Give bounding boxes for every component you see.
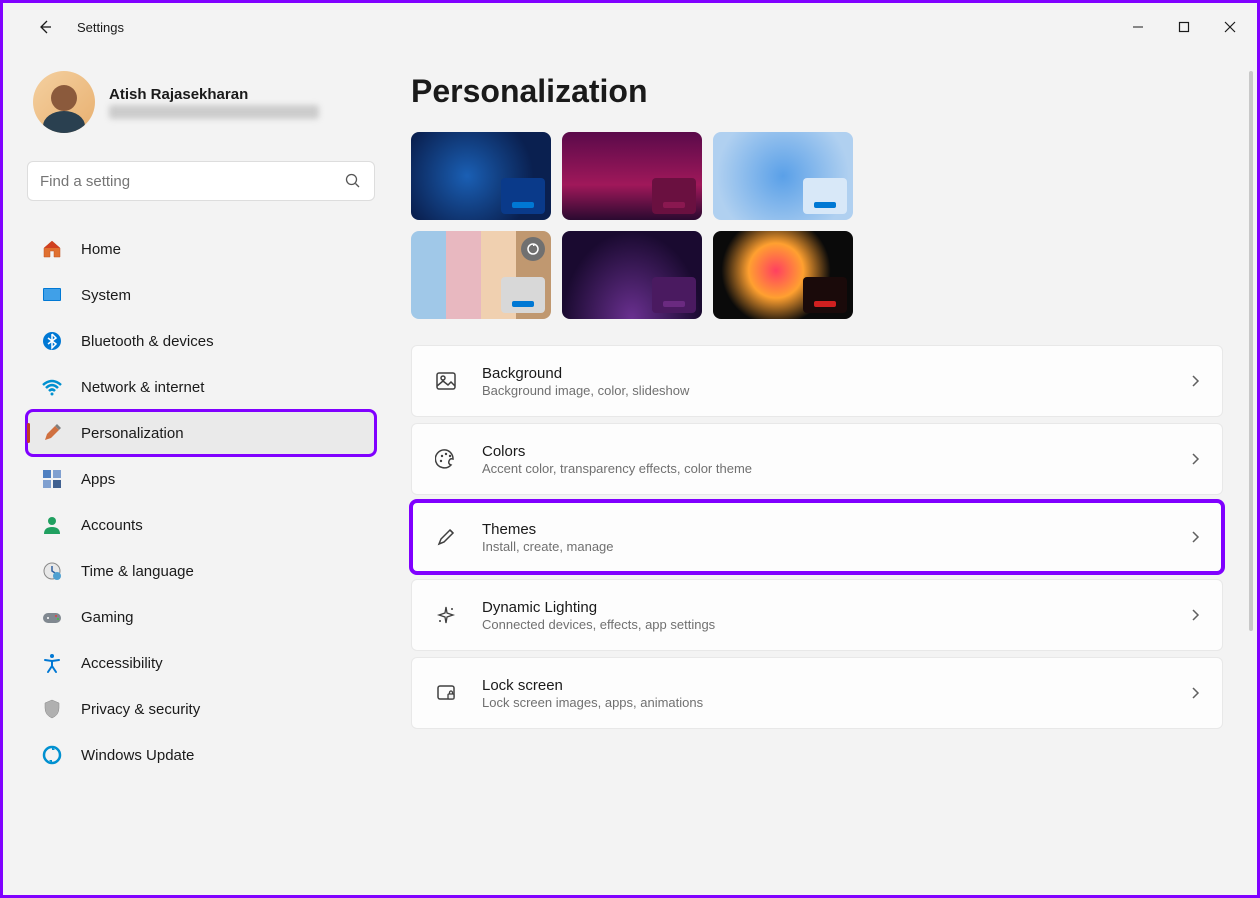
themes-preview-grid — [411, 132, 1229, 319]
close-button[interactable] — [1207, 11, 1253, 43]
update-icon — [41, 744, 63, 766]
sidebar-item-label: System — [81, 287, 131, 304]
theme-preview-2[interactable] — [562, 132, 702, 220]
theme-accent-preview — [652, 277, 696, 313]
close-icon — [1224, 21, 1236, 33]
setting-row-dynamic-lighting[interactable]: Dynamic LightingConnected devices, effec… — [411, 579, 1223, 651]
sidebar-item-home[interactable]: Home — [27, 227, 375, 271]
chevron-right-icon — [1188, 608, 1202, 622]
scrollbar[interactable] — [1249, 71, 1253, 631]
setting-description: Lock screen images, apps, animations — [482, 695, 1188, 710]
sidebar-item-label: Apps — [81, 471, 115, 488]
setting-description: Connected devices, effects, app settings — [482, 617, 1188, 632]
sidebar-item-label: Accessibility — [81, 655, 163, 672]
sidebar: Atish Rajasekharan Home System Bluetooth &… — [3, 51, 383, 895]
setting-row-lock-screen[interactable]: Lock screenLock screen images, apps, ani… — [411, 657, 1223, 729]
theme-accent-preview — [803, 178, 847, 214]
sidebar-item-network-internet[interactable]: Network & internet — [27, 365, 375, 409]
image-icon — [432, 370, 460, 392]
search-input[interactable] — [40, 173, 344, 190]
maximize-icon — [1178, 21, 1190, 33]
chevron-right-icon — [1188, 686, 1202, 700]
setting-title: Lock screen — [482, 677, 1188, 694]
chevron-right-icon — [1188, 530, 1202, 544]
window-controls — [1115, 11, 1253, 43]
setting-title: Themes — [482, 521, 1188, 538]
system-icon — [41, 284, 63, 306]
wifi-icon — [41, 376, 63, 398]
minimize-icon — [1132, 21, 1144, 33]
profile-name: Atish Rajasekharan — [109, 86, 319, 103]
setting-description: Accent color, transparency effects, colo… — [482, 461, 1188, 476]
setting-title: Background — [482, 365, 1188, 382]
setting-row-background[interactable]: BackgroundBackground image, color, slide… — [411, 345, 1223, 417]
lockscreen-icon — [432, 682, 460, 704]
back-button[interactable] — [31, 13, 59, 41]
sidebar-item-bluetooth-devices[interactable]: Bluetooth & devices — [27, 319, 375, 363]
sparkle-icon — [432, 604, 460, 626]
minimize-button[interactable] — [1115, 11, 1161, 43]
sidebar-item-system[interactable]: System — [27, 273, 375, 317]
sidebar-item-label: Home — [81, 241, 121, 258]
page-title: Personalization — [411, 73, 1229, 110]
search-box[interactable] — [27, 161, 375, 201]
profile-email — [109, 105, 319, 119]
theme-accent-preview — [652, 178, 696, 214]
palette-icon — [432, 448, 460, 470]
sidebar-item-personalization[interactable]: Personalization — [27, 411, 375, 455]
sidebar-item-privacy-security[interactable]: Privacy & security — [27, 687, 375, 731]
settings-list: BackgroundBackground image, color, slide… — [411, 345, 1229, 729]
setting-title: Colors — [482, 443, 1188, 460]
setting-title: Dynamic Lighting — [482, 599, 1188, 616]
account-icon — [41, 514, 63, 536]
setting-description: Background image, color, slideshow — [482, 383, 1188, 398]
chevron-right-icon — [1188, 452, 1202, 466]
titlebar: Settings — [3, 3, 1257, 51]
pen-icon — [432, 526, 460, 548]
sidebar-item-label: Gaming — [81, 609, 134, 626]
main-content: Personalization BackgroundBackground ima… — [383, 51, 1257, 895]
sidebar-item-label: Time & language — [81, 563, 194, 580]
sidebar-item-gaming[interactable]: Gaming — [27, 595, 375, 639]
theme-preview-5[interactable] — [562, 231, 702, 319]
sidebar-item-apps[interactable]: Apps — [27, 457, 375, 501]
arrow-left-icon — [37, 19, 53, 35]
theme-accent-preview — [803, 277, 847, 313]
profile-section[interactable]: Atish Rajasekharan — [27, 71, 375, 133]
gaming-icon — [41, 606, 63, 628]
nav-list: Home System Bluetooth & devices Network & i… — [27, 227, 375, 777]
accessibility-icon — [41, 652, 63, 674]
sidebar-item-label: Personalization — [81, 425, 184, 442]
sidebar-item-label: Accounts — [81, 517, 143, 534]
sidebar-item-label: Bluetooth & devices — [81, 333, 214, 350]
sidebar-item-accessibility[interactable]: Accessibility — [27, 641, 375, 685]
theme-preview-4[interactable] — [411, 231, 551, 319]
sidebar-item-windows-update[interactable]: Windows Update — [27, 733, 375, 777]
sidebar-item-label: Network & internet — [81, 379, 204, 396]
apps-icon — [41, 468, 63, 490]
sidebar-item-label: Privacy & security — [81, 701, 200, 718]
avatar — [33, 71, 95, 133]
setting-description: Install, create, manage — [482, 539, 1188, 554]
theme-accent-preview — [501, 178, 545, 214]
bluetooth-icon — [41, 330, 63, 352]
maximize-button[interactable] — [1161, 11, 1207, 43]
chevron-right-icon — [1188, 374, 1202, 388]
theme-accent-preview — [501, 277, 545, 313]
sidebar-item-time-language[interactable]: Time & language — [27, 549, 375, 593]
setting-row-themes[interactable]: ThemesInstall, create, manage — [411, 501, 1223, 573]
search-icon — [344, 172, 362, 190]
theme-preview-3[interactable] — [713, 132, 853, 220]
sidebar-item-accounts[interactable]: Accounts — [27, 503, 375, 547]
theme-preview-1[interactable] — [411, 132, 551, 220]
privacy-icon — [41, 698, 63, 720]
sidebar-item-label: Windows Update — [81, 747, 194, 764]
home-icon — [41, 238, 63, 260]
theme-preview-6[interactable] — [713, 231, 853, 319]
slideshow-badge-icon — [521, 237, 545, 261]
time-icon — [41, 560, 63, 582]
window-title: Settings — [77, 20, 124, 35]
brush-icon — [41, 422, 63, 444]
setting-row-colors[interactable]: ColorsAccent color, transparency effects… — [411, 423, 1223, 495]
